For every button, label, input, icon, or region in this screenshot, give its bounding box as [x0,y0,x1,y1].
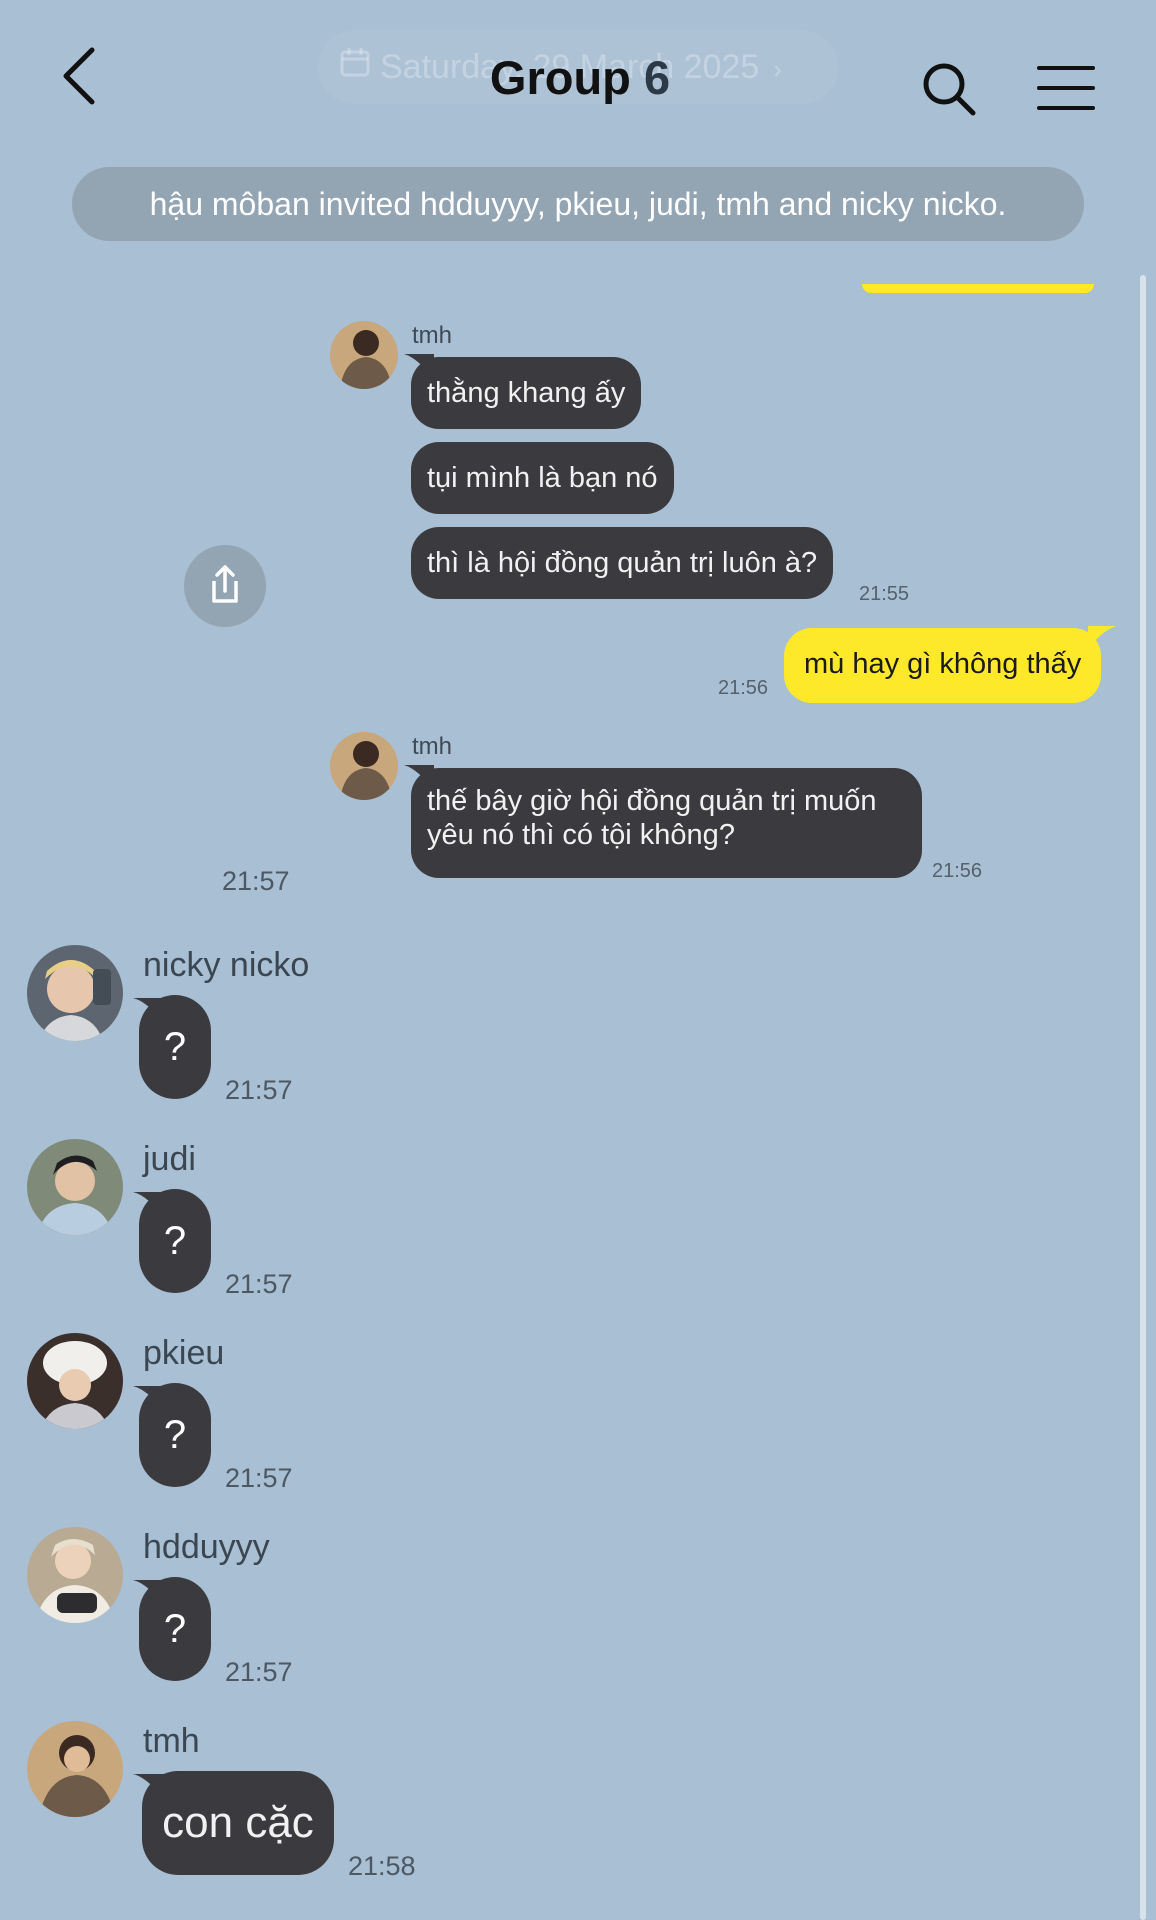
message-bubble[interactable]: ? [139,1189,211,1293]
message-time: 21:55 [859,583,910,605]
message-bubble[interactable]: tụi mình là bạn nó [411,442,674,514]
message-time: 21:56 [718,677,769,699]
system-notice: hậu môban invited hdduyyy, pkieu, judi, … [72,167,1084,241]
avatar-judi[interactable] [27,1139,123,1235]
avatar-nicky-nicko[interactable] [27,945,123,1041]
bubble-tail [1088,626,1116,650]
chat-title-name: Group [489,51,631,104]
member-count: 6 [643,51,671,104]
back-button[interactable] [58,44,118,114]
message-time: 21:57 [225,1075,293,1105]
message-time: 21:57 [225,1463,293,1493]
message-time: 21:57 [225,1657,293,1687]
sender-name: tmh [412,322,453,349]
message-time: 21:57 [225,1269,293,1299]
menu-icon [1037,66,1095,110]
previous-bubble-edge [862,284,1094,293]
sender-name: nicky nicko [143,946,310,984]
avatar-tmh[interactable] [330,321,398,389]
message-line: yêu nó thì có tội không? [427,819,735,851]
sender-name: tmh [412,733,453,760]
message-bubble[interactable]: con cặc [142,1771,334,1875]
search-icon [923,63,976,116]
avatar-pkieu[interactable] [27,1333,123,1429]
message-bubble[interactable]: thế bây giờ hội đồng quản trị muốn yêu n… [411,768,922,878]
sender-name: hdduyyy [143,1528,270,1566]
message-time: 21:58 [348,1851,416,1881]
avatar-hdduyyy[interactable] [27,1527,123,1623]
sender-name: pkieu [143,1334,225,1372]
message-time: 21:56 [932,860,983,882]
share-icon [212,565,238,603]
message-time: 21:57 [222,866,290,896]
message-bubble[interactable]: ? [139,995,211,1099]
message-bubble[interactable]: thì là hội đồng quản trị luôn à? [411,527,834,599]
menu-button[interactable] [1036,64,1096,112]
sender-name: judi [143,1140,196,1178]
message-bubble[interactable]: thằng khang ấy [411,357,642,429]
message-bubble[interactable]: ? [139,1383,211,1487]
my-message-bubble[interactable]: mù hay gì không thấy [784,628,1102,703]
avatar-tmh[interactable] [330,732,398,800]
avatar-tmh[interactable] [27,1721,123,1817]
chat-title: Group 6 [330,48,830,108]
scroll-indicator[interactable] [1140,275,1146,1920]
sender-name: tmh [143,1722,200,1760]
share-button[interactable] [184,545,266,627]
back-arrow-icon [63,47,95,105]
search-button[interactable] [920,60,980,120]
message-line: thế bây giờ hội đồng quản trị muốn [427,785,877,817]
message-bubble[interactable]: ? [139,1577,211,1681]
